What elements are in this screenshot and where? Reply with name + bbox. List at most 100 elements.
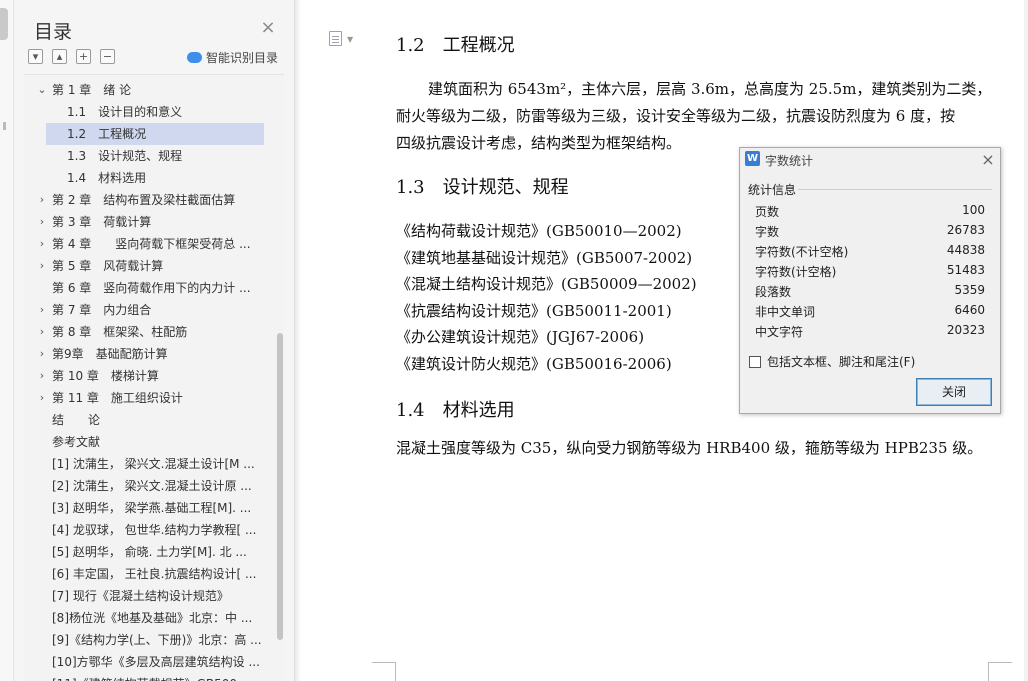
chevron-right-icon[interactable]: › xyxy=(36,299,48,321)
chevron-down-icon[interactable]: ⌄ xyxy=(36,79,48,101)
checkbox-label: 包括文本框、脚注和尾注(F) xyxy=(767,355,916,369)
stats-section-label: 统计信息 xyxy=(748,183,797,197)
toc-item-label: 1.4 材料选用 xyxy=(67,171,147,185)
stat-row: 字符数(不计空格) 44838 xyxy=(755,243,985,261)
stat-label: 非中文单词 xyxy=(755,305,816,319)
chevron-right-icon[interactable]: › xyxy=(36,211,48,233)
toc-item[interactable]: [1] 沈蒲生， 梁兴文.混凝土设计[M ... xyxy=(24,453,274,475)
cloud-icon xyxy=(187,52,202,63)
toc-item-label: 第 10 章 楼梯计算 xyxy=(52,369,159,383)
toc-item[interactable]: 参考文献 xyxy=(24,431,274,453)
stat-label: 页数 xyxy=(755,205,780,219)
toc-item[interactable]: 结 论 xyxy=(24,409,274,431)
norm-item: 《建筑设计防火规范》(GB50016-2006) xyxy=(396,355,672,373)
toc-item[interactable]: › 第 7 章 内力组合 xyxy=(24,299,274,321)
stat-label: 中文字符 xyxy=(755,325,804,339)
toc-item[interactable]: [9]《结构力学(上、下册)》北京：高 ... xyxy=(24,629,274,651)
chevron-right-icon[interactable]: › xyxy=(36,321,48,343)
toc-item[interactable]: 第 6 章 竖向荷载作用下的内力计 ... xyxy=(24,277,274,299)
toc-subitem[interactable]: 1.2 工程概况 xyxy=(46,123,264,145)
norm-item: 《办公建筑设计规范》(JGJ67-2006) xyxy=(396,328,645,346)
toc-item-label: 参考文献 xyxy=(52,435,101,449)
chevron-right-icon[interactable]: › xyxy=(36,255,48,277)
stat-value: 5359 xyxy=(954,283,985,297)
chevron-right-icon[interactable]: › xyxy=(36,387,48,409)
close-button[interactable]: 关闭 xyxy=(916,378,992,406)
chevron-right-icon[interactable]: › xyxy=(36,189,48,211)
stat-row: 字符数(计空格) 51483 xyxy=(755,263,985,281)
norm-item: 《结构荷载设计规范》(GB50010—2002) xyxy=(396,222,682,240)
chevron-right-icon[interactable]: › xyxy=(36,343,48,365)
toc-item[interactable]: [10]方鄂华《多层及高层建筑结构设 ... xyxy=(24,651,274,673)
chevron-down-icon[interactable]: ▼ xyxy=(347,35,353,44)
toc-item[interactable]: [11]《建筑结构荷载规范》GB500 ... xyxy=(24,673,274,681)
collapse-all-button[interactable]: ▾ xyxy=(28,49,43,64)
remove-heading-button[interactable]: − xyxy=(100,49,115,64)
toc-item[interactable]: › 第 4 章 竖向荷载下框架受荷总 ... xyxy=(24,233,274,255)
include-textbox-checkbox[interactable]: 包括文本框、脚注和尾注(F) xyxy=(749,353,915,370)
toc-item-label: [4] 龙驭球， 包世华.结构力学教程[ ... xyxy=(52,523,257,537)
toc-item[interactable]: ⌄ 第 1 章 绪 论 xyxy=(24,79,274,101)
toc-item[interactable]: [8]杨位洸《地基及基础》北京：中 ... xyxy=(24,607,274,629)
stat-label: 字符数(不计空格) xyxy=(755,245,849,259)
document-icon[interactable] xyxy=(329,31,342,46)
toc-item-label: 1.1 设计目的和意义 xyxy=(67,105,183,119)
toc-item[interactable]: [5] 赵明华， 俞晓. 土力学[M]. 北 ... xyxy=(24,541,274,563)
toc-item-label: 1.3 设计规范、规程 xyxy=(67,149,183,163)
toc-item-label: [3] 赵明华， 梁学燕.基础工程[M]. ... xyxy=(52,501,252,515)
page-corner-mark xyxy=(988,662,1012,681)
toc-item[interactable]: [7] 现行《混凝土结构设计规范》 xyxy=(24,585,274,607)
toc-item[interactable]: › 第 2 章 结构布置及梁柱截面估算 xyxy=(24,189,274,211)
stat-value: 44838 xyxy=(946,243,985,257)
navigation-panel: 目录 × ▾ ▴ + − 智能识别目录 ⌄ 第 1 章 绪 论 1.1 设计目的和意… xyxy=(14,0,295,681)
toc-item[interactable]: › 第 11 章 施工组织设计 xyxy=(24,387,274,409)
toc-item[interactable]: [6] 丰定国， 王社良.抗震结构设计[ ... xyxy=(24,563,274,585)
page-shadow xyxy=(295,0,301,681)
expand-all-button[interactable]: ▴ xyxy=(52,49,67,64)
toc-item-label: 第 1 章 绪 论 xyxy=(52,83,132,97)
dialog-titlebar[interactable]: W 字数统计 × xyxy=(740,148,1000,172)
toc-item[interactable]: › 第 10 章 楼梯计算 xyxy=(24,365,274,387)
toc-item-label: 结 论 xyxy=(52,413,101,427)
smart-toc-button[interactable]: 智能识别目录 xyxy=(187,49,278,66)
toc-item-label: [6] 丰定国， 王社良.抗震结构设计[ ... xyxy=(52,567,257,581)
add-heading-button[interactable]: + xyxy=(76,49,91,64)
chevron-right-icon[interactable]: › xyxy=(36,233,48,255)
toc-item[interactable]: › 第 3 章 荷载计算 xyxy=(24,211,274,233)
toc-item[interactable]: [2] 沈蒲生， 梁兴文.混凝土设计原 ... xyxy=(24,475,274,497)
toc-item[interactable]: › 第9章 基础配筋计算 xyxy=(24,343,274,365)
stat-value: 51483 xyxy=(946,263,985,277)
toc-item-label: [2] 沈蒲生， 梁兴文.混凝土设计原 ... xyxy=(52,479,252,493)
toc-item[interactable]: [4] 龙驭球， 包世华.结构力学教程[ ... xyxy=(24,519,274,541)
section-divider xyxy=(798,189,992,190)
toc-item[interactable]: › 第 8 章 框架梁、柱配筋 xyxy=(24,321,274,343)
toc-item-label: [5] 赵明华， 俞晓. 土力学[M]. 北 ... xyxy=(52,545,247,559)
toc-item[interactable]: [3] 赵明华， 梁学燕.基础工程[M]. ... xyxy=(24,497,274,519)
toc-scrollbar[interactable] xyxy=(277,333,283,640)
heading-1-2: 1.2 工程概况 xyxy=(396,35,515,56)
close-icon[interactable]: × xyxy=(260,19,276,37)
toc-list: ⌄ 第 1 章 绪 论 1.1 设计目的和意义 1.2 工程概况 1.3 设计规范、规程… xyxy=(24,74,284,681)
checkbox-box[interactable] xyxy=(749,355,761,368)
toc-item-label: 第 7 章 内力组合 xyxy=(52,303,152,317)
toc-item[interactable]: › 第 5 章 风荷载计算 xyxy=(24,255,274,277)
close-icon[interactable]: × xyxy=(980,150,996,169)
norm-item: 《混凝土结构设计规范》(GB50009—2002) xyxy=(396,275,697,293)
toc-item-label: 第 4 章 竖向荷载下框架受荷总 ... xyxy=(52,237,251,251)
toc-subitem[interactable]: 1.4 材料选用 xyxy=(24,167,274,189)
chevron-right-icon[interactable]: › xyxy=(36,365,48,387)
left-edge-strip xyxy=(0,0,14,681)
toc-subitem[interactable]: 1.3 设计规范、规程 xyxy=(24,145,274,167)
panel-toggle-handle[interactable] xyxy=(0,8,8,40)
para-1-4: 混凝土强度等级为 C35，纵向受力钢筋等级为 HRB400 级，箍筋等级为 HP… xyxy=(396,439,983,457)
wps-logo-icon: W xyxy=(745,151,760,166)
stat-row: 非中文单词 6460 xyxy=(755,303,985,321)
toc-toolbar: ▾ ▴ + − xyxy=(28,49,115,64)
toc-subitem[interactable]: 1.1 设计目的和意义 xyxy=(24,101,274,123)
para-1-2-line-3: 四级抗震设计考虑，结构类型为框架结构。 xyxy=(396,134,682,152)
stat-row: 段落数 5359 xyxy=(755,283,985,301)
stat-row: 中文字符 20323 xyxy=(755,323,985,341)
toc-item-label: [10]方鄂华《多层及高层建筑结构设 ... xyxy=(52,655,260,669)
stat-value: 100 xyxy=(962,203,985,217)
toc-item-label: 1.2 工程概况 xyxy=(67,127,147,141)
